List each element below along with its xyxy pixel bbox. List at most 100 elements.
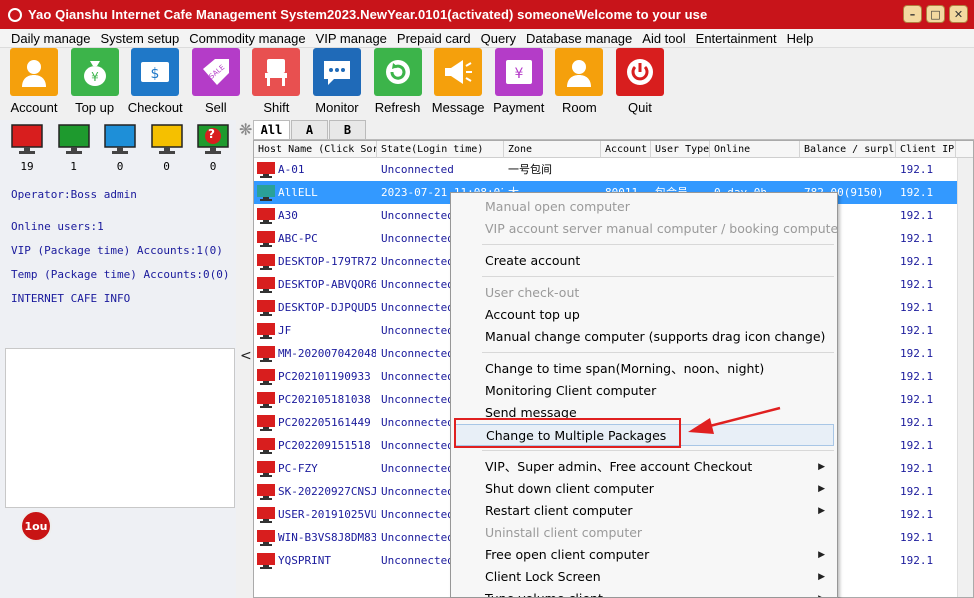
column-header[interactable]: State(Login time) — [377, 141, 504, 158]
context-menu-item-create-account[interactable]: Create account — [454, 250, 834, 272]
online-users-info: Online users:1 — [11, 220, 104, 233]
cafe-info-link[interactable]: INTERNET CAFE INFO — [11, 292, 130, 305]
host-cell[interactable]: USER-20191025VU — [254, 503, 377, 526]
column-header[interactable]: Online — [710, 141, 800, 158]
menu-item[interactable]: Query — [476, 29, 521, 48]
computer-icon — [257, 230, 275, 247]
host-cell[interactable]: PC202101190933 — [254, 365, 377, 388]
menu-item[interactable]: VIP manage — [311, 29, 392, 48]
host-name: ABC-PC — [278, 232, 318, 245]
pointer-arrow-icon — [688, 406, 781, 434]
context-menu-item-restart-client-computer[interactable]: Restart client computer ▶ — [454, 500, 834, 522]
status-monitor-icon[interactable] — [150, 124, 183, 156]
menu-item[interactable]: Aid tool — [637, 29, 690, 48]
menu-item[interactable]: Database manage — [521, 29, 637, 48]
person-icon — [555, 48, 604, 96]
host-cell[interactable]: PC-FZY — [254, 457, 377, 480]
context-menu-item-account-top-up[interactable]: Account top up — [454, 304, 834, 326]
status-monitor-icon[interactable] — [104, 124, 136, 156]
host-cell[interactable]: DESKTOP-ABVQOR6 — [254, 273, 377, 296]
column-header[interactable]: Account — [601, 141, 651, 158]
host-cell[interactable]: YQSPRINT — [254, 549, 377, 572]
host-cell[interactable]: ABC-PC — [254, 227, 377, 250]
menu-item[interactable]: Commodity manage — [184, 29, 310, 48]
chair-icon — [252, 48, 301, 96]
status-monitor-icon[interactable] — [57, 124, 90, 156]
context-menu-item-free-open-client-computer[interactable]: Free open client computer ▶ — [454, 544, 834, 566]
host-cell[interactable]: MM-202007042048 — [254, 342, 377, 365]
context-menu-item-client-lock-screen[interactable]: Client Lock Screen ▶ — [454, 566, 834, 588]
status-monitor-icon[interactable]: ? — [197, 124, 229, 156]
context-menu-item-label: Monitoring Client computer — [485, 383, 657, 398]
tab-a[interactable]: A — [291, 120, 328, 139]
toolbar-button-quit[interactable]: Quit — [615, 48, 664, 118]
tab-b[interactable]: B — [329, 120, 366, 139]
toolbar-button-label: Shift — [263, 100, 290, 115]
status-monitor-icon[interactable] — [11, 124, 43, 156]
context-menu-item-label: Change to time span(Morning、noon、night) — [485, 361, 765, 376]
host-name: DESKTOP-ABVQOR6 — [278, 278, 377, 291]
context-menu-item-monitoring-client-computer[interactable]: Monitoring Client computer — [454, 380, 834, 402]
host-cell[interactable]: WIN-B3VS8J8DM83 — [254, 526, 377, 549]
column-header[interactable]: Client IP — [896, 141, 956, 158]
menu-item[interactable]: System setup — [96, 29, 185, 48]
ip-cell: 192.1 — [900, 278, 934, 291]
ip-cell: 192.1 — [900, 324, 934, 337]
zone-cell: 一号包间 — [508, 163, 552, 176]
close-icon: ✕ — [953, 7, 964, 21]
host-cell[interactable]: DESKTOP-DJPQUD5 — [254, 296, 377, 319]
toolbar-button-sell[interactable]: SALE Sell — [191, 48, 240, 118]
maximize-button[interactable]: □ — [926, 5, 945, 23]
collapse-left-icon[interactable]: < — [240, 348, 252, 364]
host-cell[interactable]: JF — [254, 319, 377, 342]
context-menu-item-tune-volume-client[interactable]: Tune volume client ▶ — [454, 588, 834, 597]
menu-item[interactable]: Prepaid card — [392, 29, 476, 48]
context-menu-item-manual-change-computer-supports-drag-ico[interactable]: Manual change computer (supports drag ic… — [454, 326, 834, 348]
panel-splitter[interactable]: ❋ < — [236, 120, 253, 598]
toolbar-button-message[interactable]: Message — [432, 48, 485, 118]
toolbar-button-top-up[interactable]: ¥ Top up — [70, 48, 119, 118]
toolbar-button-account[interactable]: Account — [10, 48, 58, 118]
menu-item[interactable]: Daily manage — [0, 29, 96, 48]
toolbar-button-label: Quit — [628, 100, 652, 115]
toolbar-button-checkout[interactable]: $ Checkout — [128, 48, 183, 118]
person-icon — [10, 48, 58, 96]
toolbar-button-monitor[interactable]: Monitor — [312, 48, 361, 118]
operator-info: Operator:Boss admin — [11, 188, 137, 201]
context-menu-item-vip-account-server-manual-computer-booki: VIP account server manual computer / boo… — [454, 218, 837, 240]
host-cell[interactable]: A-01 — [254, 158, 377, 181]
close-button[interactable]: ✕ — [949, 5, 968, 23]
host-cell[interactable]: PC202105181038 — [254, 388, 377, 411]
computer-icon — [257, 391, 275, 408]
context-menu-item-label: Shut down client computer — [485, 481, 654, 496]
host-cell[interactable]: DESKTOP-179TR72 — [254, 250, 377, 273]
host-cell[interactable]: A30 — [254, 204, 377, 227]
toolbar-button-payment[interactable]: ¥ Payment — [493, 48, 544, 118]
context-menu-item-vip-super-admin-free-account-checkout[interactable]: VIP、Super admin、Free account Checkout ▶ — [454, 456, 834, 478]
table-row[interactable]: A-01 Unconnected 一号包间 192.1 — [254, 158, 959, 181]
column-header[interactable]: Zone — [504, 141, 601, 158]
computer-icon — [257, 207, 275, 224]
ip-cell: 192.1 — [900, 347, 934, 360]
tab-all[interactable]: All — [253, 120, 290, 139]
toolbar-button-refresh[interactable]: Refresh — [373, 48, 422, 118]
submenu-arrow-icon: ▶ — [818, 550, 825, 560]
column-header[interactable]: Host Name (Click Sort) — [254, 141, 377, 158]
computer-icon — [257, 506, 275, 523]
host-cell[interactable]: PC202209151518 — [254, 434, 377, 457]
host-name: PC202209151518 — [278, 439, 371, 452]
host-cell[interactable]: AllELL — [254, 181, 377, 204]
ip-cell: 192.1 — [900, 370, 934, 383]
host-cell[interactable]: SK-20220927CNSJ — [254, 480, 377, 503]
vertical-scrollbar[interactable] — [957, 158, 973, 597]
host-cell[interactable]: PC202205161449 — [254, 411, 377, 434]
menu-item[interactable]: Help — [782, 29, 819, 48]
context-menu-item-change-to-time-span-morning-noon-night[interactable]: Change to time span(Morning、noon、night) — [454, 358, 834, 380]
context-menu-item-shut-down-client-computer[interactable]: Shut down client computer ▶ — [454, 478, 834, 500]
toolbar-button-shift[interactable]: Shift — [252, 48, 301, 118]
menu-item[interactable]: Entertainment — [691, 29, 782, 48]
column-header[interactable]: Balance / surplus — [800, 141, 896, 158]
column-header[interactable]: User Type — [651, 141, 710, 158]
minimize-button[interactable]: – — [903, 5, 922, 23]
toolbar-button-room[interactable]: Room — [555, 48, 604, 118]
